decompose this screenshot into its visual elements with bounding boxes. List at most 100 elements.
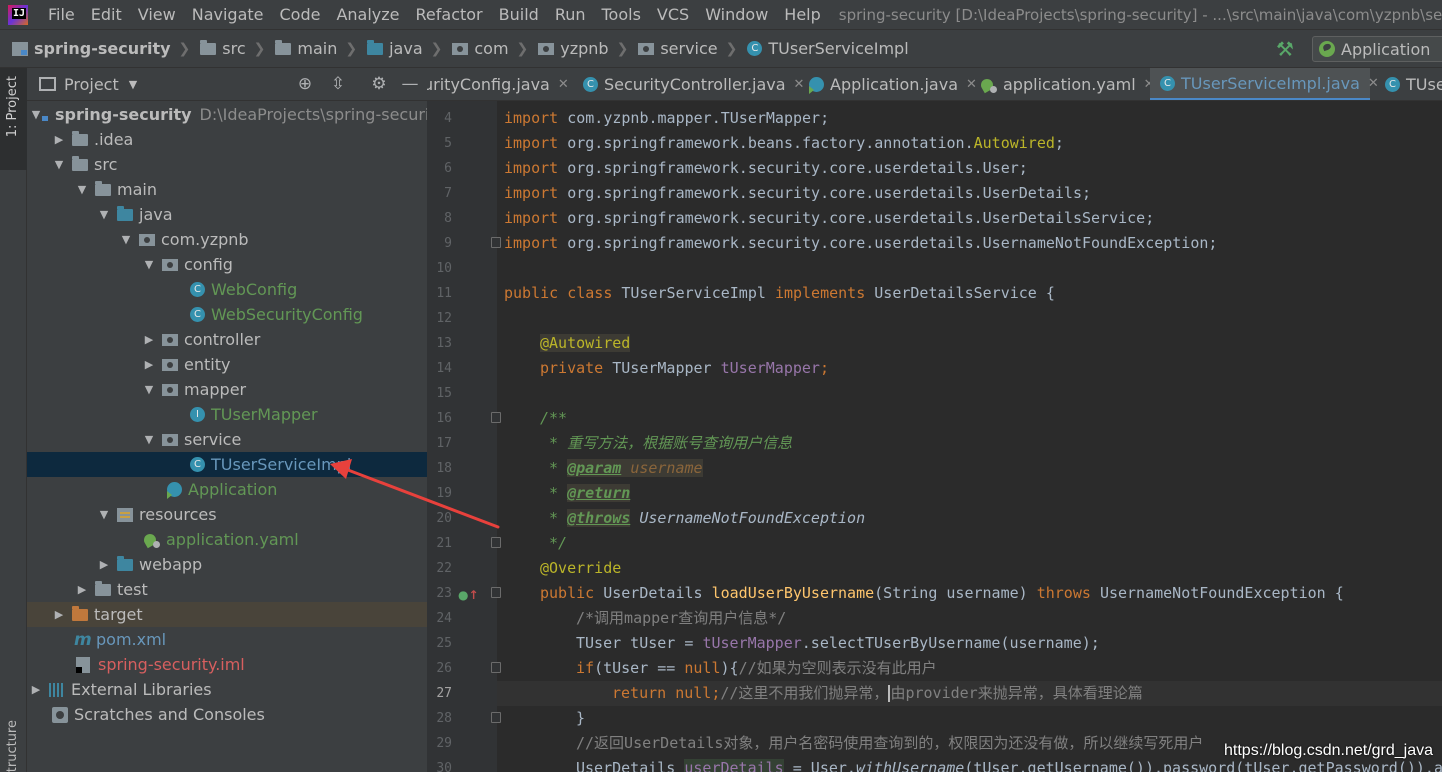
tab-securityconfig[interactable]: urityConfig.java ✕ bbox=[427, 68, 569, 100]
tree-node-webapp[interactable]: ▶ webapp bbox=[27, 552, 427, 577]
breadcrumb-yzpnb[interactable]: yzpnb ❯ bbox=[528, 39, 628, 58]
tree-node-mapper[interactable]: ▼ mapper bbox=[27, 377, 427, 402]
project-view-selector[interactable]: Project bbox=[64, 75, 119, 94]
collapse-arrow-icon[interactable]: ▶ bbox=[29, 683, 43, 696]
collapse-arrow-icon[interactable]: ▶ bbox=[52, 133, 66, 146]
tab-label: SecurityController.java bbox=[604, 75, 786, 94]
chevron-right-icon: ❯ bbox=[516, 40, 529, 57]
line-number: 17 bbox=[436, 436, 452, 451]
breadcrumb-src[interactable]: src ❯ bbox=[190, 39, 265, 58]
line-number: 21 bbox=[436, 536, 452, 551]
fold-marker-icon[interactable] bbox=[491, 237, 501, 248]
tree-node-tusermapper[interactable]: I TUserMapper bbox=[27, 402, 427, 427]
tree-node-resources[interactable]: ▼ resources bbox=[27, 502, 427, 527]
tree-node-scratches[interactable]: Scratches and Consoles bbox=[27, 702, 427, 727]
tab-tuserserviceimpl[interactable]: C TUserServiceImpl.java ✕ bbox=[1150, 68, 1379, 100]
breadcrumb-class[interactable]: C TUserServiceImpl bbox=[737, 39, 909, 58]
expand-arrow-icon[interactable]: ▼ bbox=[142, 433, 156, 446]
expand-arrow-icon[interactable]: ▼ bbox=[119, 233, 133, 246]
expand-arrow-icon[interactable]: ▼ bbox=[97, 208, 111, 221]
code-editor[interactable]: 4 5 6 7 8 9 10 11 12 13 14 15 16 17 18 1… bbox=[427, 101, 1442, 772]
tree-node-label: WebConfig bbox=[211, 280, 298, 299]
menu-tools[interactable]: Tools bbox=[594, 5, 649, 24]
chevron-right-icon: ❯ bbox=[430, 40, 443, 57]
menu-edit[interactable]: Edit bbox=[83, 5, 130, 24]
tree-node-external-libraries[interactable]: ▶ External Libraries bbox=[27, 677, 427, 702]
tree-node-idea[interactable]: ▶ .idea bbox=[27, 127, 427, 152]
tab-tuser-overflow[interactable]: C TUse bbox=[1375, 68, 1442, 100]
code-line-4: import com.yzpnb.mapper.TUserMapper; bbox=[504, 106, 829, 131]
collapse-arrow-icon[interactable]: ▶ bbox=[142, 358, 156, 371]
tree-node-target[interactable]: ▶ target bbox=[27, 602, 427, 627]
expand-arrow-icon[interactable]: ▼ bbox=[52, 158, 66, 171]
expand-arrow-icon[interactable]: ▼ bbox=[142, 258, 156, 271]
collapse-arrow-icon[interactable]: ▶ bbox=[75, 583, 89, 596]
menu-build[interactable]: Build bbox=[491, 5, 547, 24]
breadcrumb-java[interactable]: java ❯ bbox=[357, 39, 442, 58]
collapse-arrow-icon[interactable]: ▶ bbox=[142, 333, 156, 346]
tree-node-config[interactable]: ▼ config bbox=[27, 252, 427, 277]
menu-code[interactable]: Code bbox=[272, 5, 329, 24]
menu-refactor[interactable]: Refactor bbox=[408, 5, 491, 24]
build-hammer-icon[interactable]: ⚒ bbox=[1276, 37, 1294, 61]
menu-file[interactable]: File bbox=[40, 5, 83, 24]
tree-node-entity[interactable]: ▶ entity bbox=[27, 352, 427, 377]
breadcrumb-service[interactable]: service ❯ bbox=[628, 39, 737, 58]
fold-marker-icon[interactable] bbox=[491, 537, 501, 548]
structure-tool-window-button[interactable]: tructure bbox=[5, 720, 20, 772]
code-line-27: return null;//这里不用我们抛异常， 由provider来抛异常，具体… bbox=[612, 681, 1143, 706]
close-icon[interactable]: ✕ bbox=[558, 77, 569, 92]
collapse-arrow-icon[interactable]: ▶ bbox=[97, 558, 111, 571]
collapse-all-icon[interactable]: ⇳ bbox=[328, 74, 348, 94]
tab-application-java[interactable]: Application.java ✕ bbox=[799, 68, 977, 100]
breadcrumb-label: TUserServiceImpl bbox=[768, 39, 909, 58]
expand-arrow-icon[interactable]: ▼ bbox=[97, 508, 111, 521]
package-icon bbox=[162, 433, 178, 446]
implements-method-gutter-icon[interactable]: ●↑ bbox=[458, 588, 479, 602]
javadoc-return-tag: @return bbox=[567, 484, 631, 502]
menu-window[interactable]: Window bbox=[697, 5, 776, 24]
tree-node-label: application.yaml bbox=[166, 530, 299, 549]
menu-vcs[interactable]: VCS bbox=[649, 5, 697, 24]
tab-securitycontroller[interactable]: C SecurityController.java ✕ bbox=[573, 68, 804, 100]
breadcrumb-project[interactable]: spring-security ❯ bbox=[0, 39, 190, 58]
menu-navigate[interactable]: Navigate bbox=[184, 5, 272, 24]
tree-node-tuserserviceimpl[interactable]: C TUserServiceImpl bbox=[27, 452, 427, 477]
breadcrumb-com[interactable]: com ❯ bbox=[442, 39, 528, 58]
fold-marker-icon[interactable] bbox=[491, 712, 501, 723]
fold-marker-icon[interactable] bbox=[491, 587, 501, 598]
tree-node-service[interactable]: ▼ service bbox=[27, 427, 427, 452]
breadcrumb-main[interactable]: main ❯ bbox=[265, 39, 357, 58]
tree-node-java[interactable]: ▼ java bbox=[27, 202, 427, 227]
tree-node-project-root[interactable]: ▼ spring-security D:\IdeaProjects\spring… bbox=[27, 102, 427, 127]
locate-target-icon[interactable]: ⊕ bbox=[295, 74, 315, 94]
expand-arrow-icon[interactable]: ▼ bbox=[75, 183, 89, 196]
fold-marker-icon[interactable] bbox=[491, 662, 501, 673]
tree-node-src[interactable]: ▼ src bbox=[27, 152, 427, 177]
collapse-arrow-icon[interactable]: ▶ bbox=[52, 608, 66, 621]
tab-application-yaml[interactable]: application.yaml ✕ bbox=[971, 68, 1155, 100]
run-configuration-selector[interactable]: Application bbox=[1312, 36, 1442, 62]
menu-help[interactable]: Help bbox=[776, 5, 828, 24]
expand-arrow-icon[interactable]: ▼ bbox=[142, 383, 156, 396]
menu-run[interactable]: Run bbox=[547, 5, 594, 24]
fold-marker-icon[interactable] bbox=[491, 412, 501, 423]
tree-node-pom[interactable]: m pom.xml bbox=[27, 627, 427, 652]
menu-view[interactable]: View bbox=[130, 5, 184, 24]
hide-panel-icon[interactable]: — bbox=[400, 74, 420, 94]
tree-node-controller[interactable]: ▶ controller bbox=[27, 327, 427, 352]
tree-node-iml[interactable]: spring-security.iml bbox=[27, 652, 427, 677]
tree-node-main[interactable]: ▼ main bbox=[27, 177, 427, 202]
tree-node-application[interactable]: Application bbox=[27, 477, 427, 502]
tree-node-com-yzpnb[interactable]: ▼ com.yzpnb bbox=[27, 227, 427, 252]
tree-node-websecurityconfig[interactable]: C WebSecurityConfig bbox=[27, 302, 427, 327]
tree-node-test[interactable]: ▶ test bbox=[27, 577, 427, 602]
expand-arrow-icon[interactable]: ▼ bbox=[29, 108, 43, 121]
tree-node-application-yaml[interactable]: application.yaml bbox=[27, 527, 427, 552]
scratches-icon bbox=[52, 706, 68, 723]
menu-analyze[interactable]: Analyze bbox=[328, 5, 407, 24]
project-tool-window-button[interactable]: 1: Project bbox=[0, 68, 27, 170]
chevron-down-icon[interactable]: ▼ bbox=[129, 78, 137, 91]
gear-icon[interactable]: ⚙ bbox=[369, 74, 389, 94]
tree-node-webconfig[interactable]: C WebConfig bbox=[27, 277, 427, 302]
